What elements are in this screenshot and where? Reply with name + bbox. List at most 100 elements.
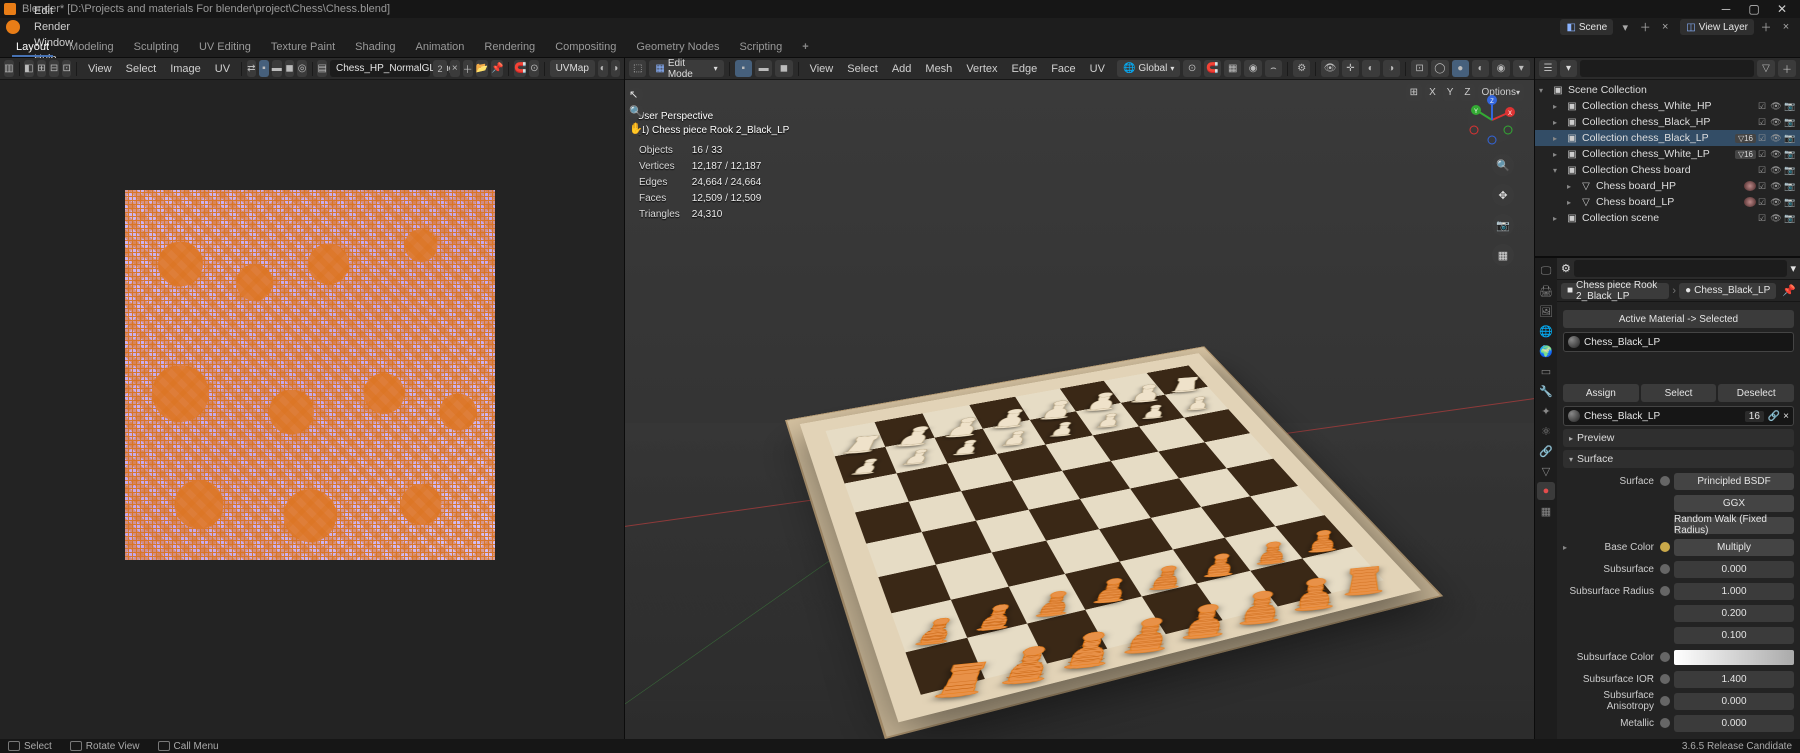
select-edge-icon[interactable]: ▬ [755, 60, 772, 77]
exclude-icon[interactable]: ☑ [1756, 133, 1768, 144]
uv-overlay-icon[interactable]: ◑ [611, 60, 621, 77]
sss-method-dropdown[interactable]: Random Walk (Fixed Radius) [1674, 517, 1794, 534]
vis-icon[interactable]: 👁 [1321, 60, 1338, 77]
editor-type-outliner-icon[interactable]: ☰ [1539, 60, 1557, 77]
image-name-field[interactable]: Chess_HP_NormalGL.png [330, 60, 430, 77]
overlays-icon[interactable]: ◐ [1362, 60, 1379, 77]
select-button[interactable]: Select [1641, 384, 1717, 402]
camera-view-icon[interactable]: 📷 [1492, 214, 1514, 236]
zoom-tool-icon[interactable]: 🔍 [629, 105, 643, 118]
mesh-opts-icon[interactable]: ⚙ [1293, 60, 1310, 77]
workspace-tab-scripting[interactable]: Scripting [729, 38, 792, 56]
overlay-x-toggle[interactable]: X [1425, 84, 1440, 101]
numeric-field[interactable]: 1.400 [1674, 671, 1794, 688]
render-icon[interactable]: 📷 [1784, 149, 1796, 160]
v3d-menu-uv[interactable]: UV [1084, 61, 1111, 77]
visibility-icon[interactable]: 👁 [1770, 149, 1782, 160]
sel-all-icon[interactable]: ⊞ [1406, 84, 1422, 101]
numeric-field[interactable]: 1.000 [1674, 583, 1794, 600]
outliner-filter-icon[interactable]: ▽ [1757, 60, 1775, 77]
props-options-icon[interactable]: ▾ [1790, 262, 1796, 275]
tab-texture-icon[interactable]: ▦ [1537, 502, 1555, 520]
persp-toggle-icon[interactable]: ▦ [1492, 244, 1514, 266]
scene-delete-icon[interactable]: × [1657, 19, 1673, 35]
mode-dropdown[interactable]: ▦Edit Mode▾ [649, 60, 723, 77]
outliner-new-collection-icon[interactable]: ＋ [1778, 60, 1796, 77]
visibility-icon[interactable]: 👁 [1770, 133, 1782, 144]
tab-scene-icon[interactable]: 🌐 [1537, 322, 1555, 340]
outliner-search-input[interactable] [1580, 60, 1754, 77]
deselect-button[interactable]: Deselect [1718, 384, 1794, 402]
props-search-input[interactable] [1574, 260, 1788, 277]
uv-tool-c-icon[interactable]: ⊡ [62, 60, 72, 77]
image-new-icon[interactable]: ＋ [463, 60, 473, 77]
gizmo-toggle-icon[interactable]: ✛ [1342, 60, 1359, 77]
render-icon[interactable]: 📷 [1784, 117, 1796, 128]
node-socket-icon[interactable] [1660, 586, 1670, 596]
node-socket-icon[interactable] [1660, 476, 1670, 486]
v3d-menu-edge[interactable]: Edge [1006, 61, 1044, 77]
render-icon[interactable]: 📷 [1784, 213, 1796, 224]
v3d-menu-add[interactable]: Add [886, 61, 918, 77]
workspace-tab-modeling[interactable]: Modeling [59, 38, 124, 56]
outliner-mode-dropdown[interactable]: ▾ [1560, 60, 1577, 77]
scene-dropdown[interactable]: ◧Scene [1560, 19, 1613, 35]
uv-menu-select[interactable]: Select [120, 61, 163, 77]
render-icon[interactable]: 📷 [1784, 197, 1796, 208]
render-icon[interactable]: 📷 [1784, 101, 1796, 112]
preview-panel-header[interactable]: ▸Preview [1563, 429, 1794, 447]
material-slot-0[interactable]: Chess_Black_LP [1563, 332, 1794, 352]
shader-dropdown[interactable]: Principled BSDF [1674, 473, 1794, 490]
workspace-tab-layout[interactable]: Layout [6, 38, 59, 56]
workspace-tab-uv-editing[interactable]: UV Editing [189, 38, 261, 56]
uv-sync-icon[interactable]: ⇄ [247, 60, 257, 77]
exclude-icon[interactable]: ☑ [1756, 181, 1768, 192]
distribution-dropdown[interactable]: GGX [1674, 495, 1794, 512]
breadcrumb-pin-icon[interactable]: 📌 [1782, 284, 1796, 297]
tab-physics-icon[interactable]: ⚛ [1537, 422, 1555, 440]
select-vert-icon[interactable]: ▪ [735, 60, 752, 77]
tab-viewlayer-icon[interactable]: 🖼 [1537, 302, 1555, 320]
color-swatch[interactable] [1674, 650, 1794, 665]
workspace-tab-sculpting[interactable]: Sculpting [124, 38, 189, 56]
uv-tool-a-icon[interactable]: ⊞ [37, 60, 47, 77]
basecolor-mode-dropdown[interactable]: Multiply [1674, 539, 1794, 556]
numeric-field[interactable]: 0.000 [1674, 715, 1794, 732]
exclude-icon[interactable]: ☑ [1756, 165, 1768, 176]
outliner-row[interactable]: ▸▣Collection chess_White_HP☑👁📷 [1535, 98, 1800, 114]
v3d-menu-face[interactable]: Face [1045, 61, 1081, 77]
tab-constraint-icon[interactable]: 🔗 [1537, 442, 1555, 460]
render-icon[interactable]: 📷 [1784, 133, 1796, 144]
image-unlink-icon[interactable]: × [450, 60, 460, 77]
v3d-menu-view[interactable]: View [804, 61, 840, 77]
uv-mode-icon[interactable]: ◧ [24, 60, 34, 77]
menu-render[interactable]: Render [28, 19, 79, 35]
uv-pivot-icon[interactable]: ⊙ [529, 60, 539, 77]
workspace-tab-shading[interactable]: Shading [345, 38, 405, 56]
workspace-tab-geometry-nodes[interactable]: Geometry Nodes [626, 38, 729, 56]
tab-object-icon[interactable]: ▭ [1537, 362, 1555, 380]
window-close-button[interactable]: ✕ [1768, 0, 1796, 18]
scene-collection-row[interactable]: ▾▣ Scene Collection [1535, 82, 1800, 98]
node-socket-icon[interactable] [1660, 674, 1670, 684]
numeric-field[interactable]: 0.000 [1674, 693, 1794, 710]
tab-material-icon[interactable]: ● [1537, 482, 1555, 500]
shading-solid-icon[interactable]: ● [1452, 60, 1469, 77]
zoom-icon[interactable]: 🔍 [1492, 154, 1514, 176]
window-maximize-button[interactable]: ▢ [1740, 0, 1768, 18]
v3d-menu-select[interactable]: Select [841, 61, 884, 77]
node-socket-icon[interactable] [1660, 564, 1670, 574]
outliner-row[interactable]: ▸▽Chess board_HP☑👁📷 [1535, 178, 1800, 194]
numeric-field[interactable]: 0.100 [1674, 627, 1794, 644]
uv-menu-uv[interactable]: UV [209, 61, 236, 77]
tab-data-icon[interactable]: ▽ [1537, 462, 1555, 480]
numeric-field[interactable]: 0.000 [1674, 561, 1794, 578]
scene-browse-icon[interactable]: ▾ [1617, 19, 1633, 35]
menu-edit[interactable]: Edit [28, 3, 79, 19]
cursor-tool-icon[interactable]: ↖ [629, 88, 643, 101]
outliner-row[interactable]: ▸▣Collection scene☑👁📷 [1535, 210, 1800, 226]
tab-render-icon[interactable]: 🖵 [1537, 262, 1555, 280]
visibility-icon[interactable]: 👁 [1770, 197, 1782, 208]
move-view-icon[interactable]: ✥ [1492, 184, 1514, 206]
visibility-icon[interactable]: 👁 [1770, 213, 1782, 224]
